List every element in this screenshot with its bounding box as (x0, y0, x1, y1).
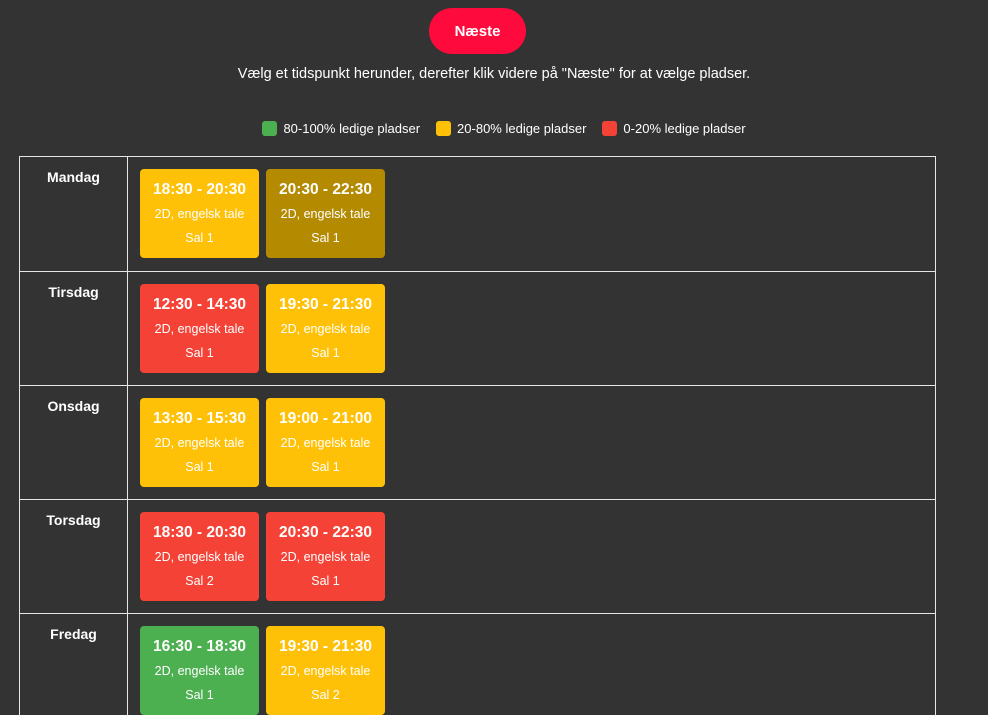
legend-swatch-green (262, 121, 278, 136)
day-row-fredag: Fredag 16:30 - 18:30 2D, engelsk tale Sa… (19, 614, 936, 715)
slot-hall: Sal 1 (185, 688, 214, 702)
day-label: Fredag (20, 614, 128, 715)
slot-list: 18:30 - 20:30 2D, engelsk tale Sal 2 20:… (128, 500, 935, 613)
slot-list: 16:30 - 18:30 2D, engelsk tale Sal 1 19:… (128, 614, 935, 715)
availability-legend: 80-100% ledige pladser 20-80% ledige pla… (0, 121, 988, 136)
showtime-page: Næste Vælg et tidspunkt herunder, dereft… (0, 0, 988, 715)
showtime-slot[interactable]: 18:30 - 20:30 2D, engelsk tale Sal 1 (140, 169, 259, 258)
showtime-slot[interactable]: 16:30 - 18:30 2D, engelsk tale Sal 1 (140, 626, 259, 715)
showtime-slot[interactable]: 18:30 - 20:30 2D, engelsk tale Sal 2 (140, 512, 259, 601)
slot-hall: Sal 2 (311, 688, 340, 702)
slot-format: 2D, engelsk tale (154, 550, 245, 564)
slot-time: 13:30 - 15:30 (152, 410, 247, 427)
instruction-text: Vælg et tidspunkt herunder, derefter kli… (237, 66, 751, 82)
legend-label: 20-80% ledige pladser (457, 121, 587, 136)
slot-list: 18:30 - 20:30 2D, engelsk tale Sal 1 20:… (128, 157, 935, 271)
slot-hall: Sal 1 (185, 346, 214, 360)
slot-hall: Sal 1 (311, 346, 340, 360)
slot-format: 2D, engelsk tale (154, 436, 245, 450)
slot-hall: Sal 1 (311, 460, 340, 474)
day-row-torsdag: Torsdag 18:30 - 20:30 2D, engelsk tale S… (19, 500, 936, 614)
slot-hall: Sal 1 (311, 231, 340, 245)
slot-time: 16:30 - 18:30 (152, 638, 247, 655)
showtime-slot[interactable]: 12:30 - 14:30 2D, engelsk tale Sal 1 (140, 284, 259, 373)
slot-time: 20:30 - 22:30 (278, 181, 373, 198)
day-label: Tirsdag (20, 272, 128, 385)
slot-time: 18:30 - 20:30 (152, 524, 247, 541)
day-label: Onsdag (20, 386, 128, 499)
showtime-slot[interactable]: 13:30 - 15:30 2D, engelsk tale Sal 1 (140, 398, 259, 487)
day-label: Mandag (20, 157, 128, 271)
next-button[interactable]: Næste (429, 8, 526, 54)
slot-hall: Sal 1 (311, 574, 340, 588)
slot-time: 19:30 - 21:30 (278, 638, 373, 655)
legend-swatch-red (602, 121, 618, 136)
slot-hall: Sal 1 (185, 231, 214, 245)
slot-hall: Sal 2 (185, 574, 214, 588)
legend-item-low: 0-20% ledige pladser (602, 121, 746, 136)
showtime-slot[interactable]: 19:00 - 21:00 2D, engelsk tale Sal 1 (266, 398, 385, 487)
slot-time: 19:30 - 21:30 (278, 296, 373, 313)
showtime-slot[interactable]: 20:30 - 22:30 2D, engelsk tale Sal 1 (266, 169, 385, 258)
slot-time: 18:30 - 20:30 (152, 181, 247, 198)
slot-list: 12:30 - 14:30 2D, engelsk tale Sal 1 19:… (128, 272, 935, 385)
day-label: Torsdag (20, 500, 128, 613)
slot-list: 13:30 - 15:30 2D, engelsk tale Sal 1 19:… (128, 386, 935, 499)
legend-item-medium: 20-80% ledige pladser (436, 121, 586, 136)
legend-label: 80-100% ledige pladser (283, 121, 421, 136)
slot-format: 2D, engelsk tale (280, 436, 371, 450)
slot-time: 20:30 - 22:30 (278, 524, 373, 541)
schedule-table: Mandag 18:30 - 20:30 2D, engelsk tale Sa… (19, 156, 936, 715)
slot-format: 2D, engelsk tale (280, 550, 371, 564)
legend-label: 0-20% ledige pladser (623, 121, 746, 136)
showtime-slot[interactable]: 20:30 - 22:30 2D, engelsk tale Sal 1 (266, 512, 385, 601)
legend-item-high: 80-100% ledige pladser (262, 121, 420, 136)
slot-hall: Sal 1 (185, 460, 214, 474)
slot-format: 2D, engelsk tale (280, 322, 371, 336)
day-row-onsdag: Onsdag 13:30 - 15:30 2D, engelsk tale Sa… (19, 386, 936, 500)
slot-format: 2D, engelsk tale (154, 664, 245, 678)
slot-format: 2D, engelsk tale (154, 322, 245, 336)
showtime-slot[interactable]: 19:30 - 21:30 2D, engelsk tale Sal 1 (266, 284, 385, 373)
slot-format: 2D, engelsk tale (154, 207, 245, 221)
legend-swatch-yellow (436, 121, 452, 136)
day-row-mandag: Mandag 18:30 - 20:30 2D, engelsk tale Sa… (19, 156, 936, 272)
day-row-tirsdag: Tirsdag 12:30 - 14:30 2D, engelsk tale S… (19, 272, 936, 386)
slot-format: 2D, engelsk tale (280, 664, 371, 678)
slot-format: 2D, engelsk tale (280, 207, 371, 221)
slot-time: 19:00 - 21:00 (278, 410, 373, 427)
showtime-slot[interactable]: 19:30 - 21:30 2D, engelsk tale Sal 2 (266, 626, 385, 715)
slot-time: 12:30 - 14:30 (152, 296, 247, 313)
